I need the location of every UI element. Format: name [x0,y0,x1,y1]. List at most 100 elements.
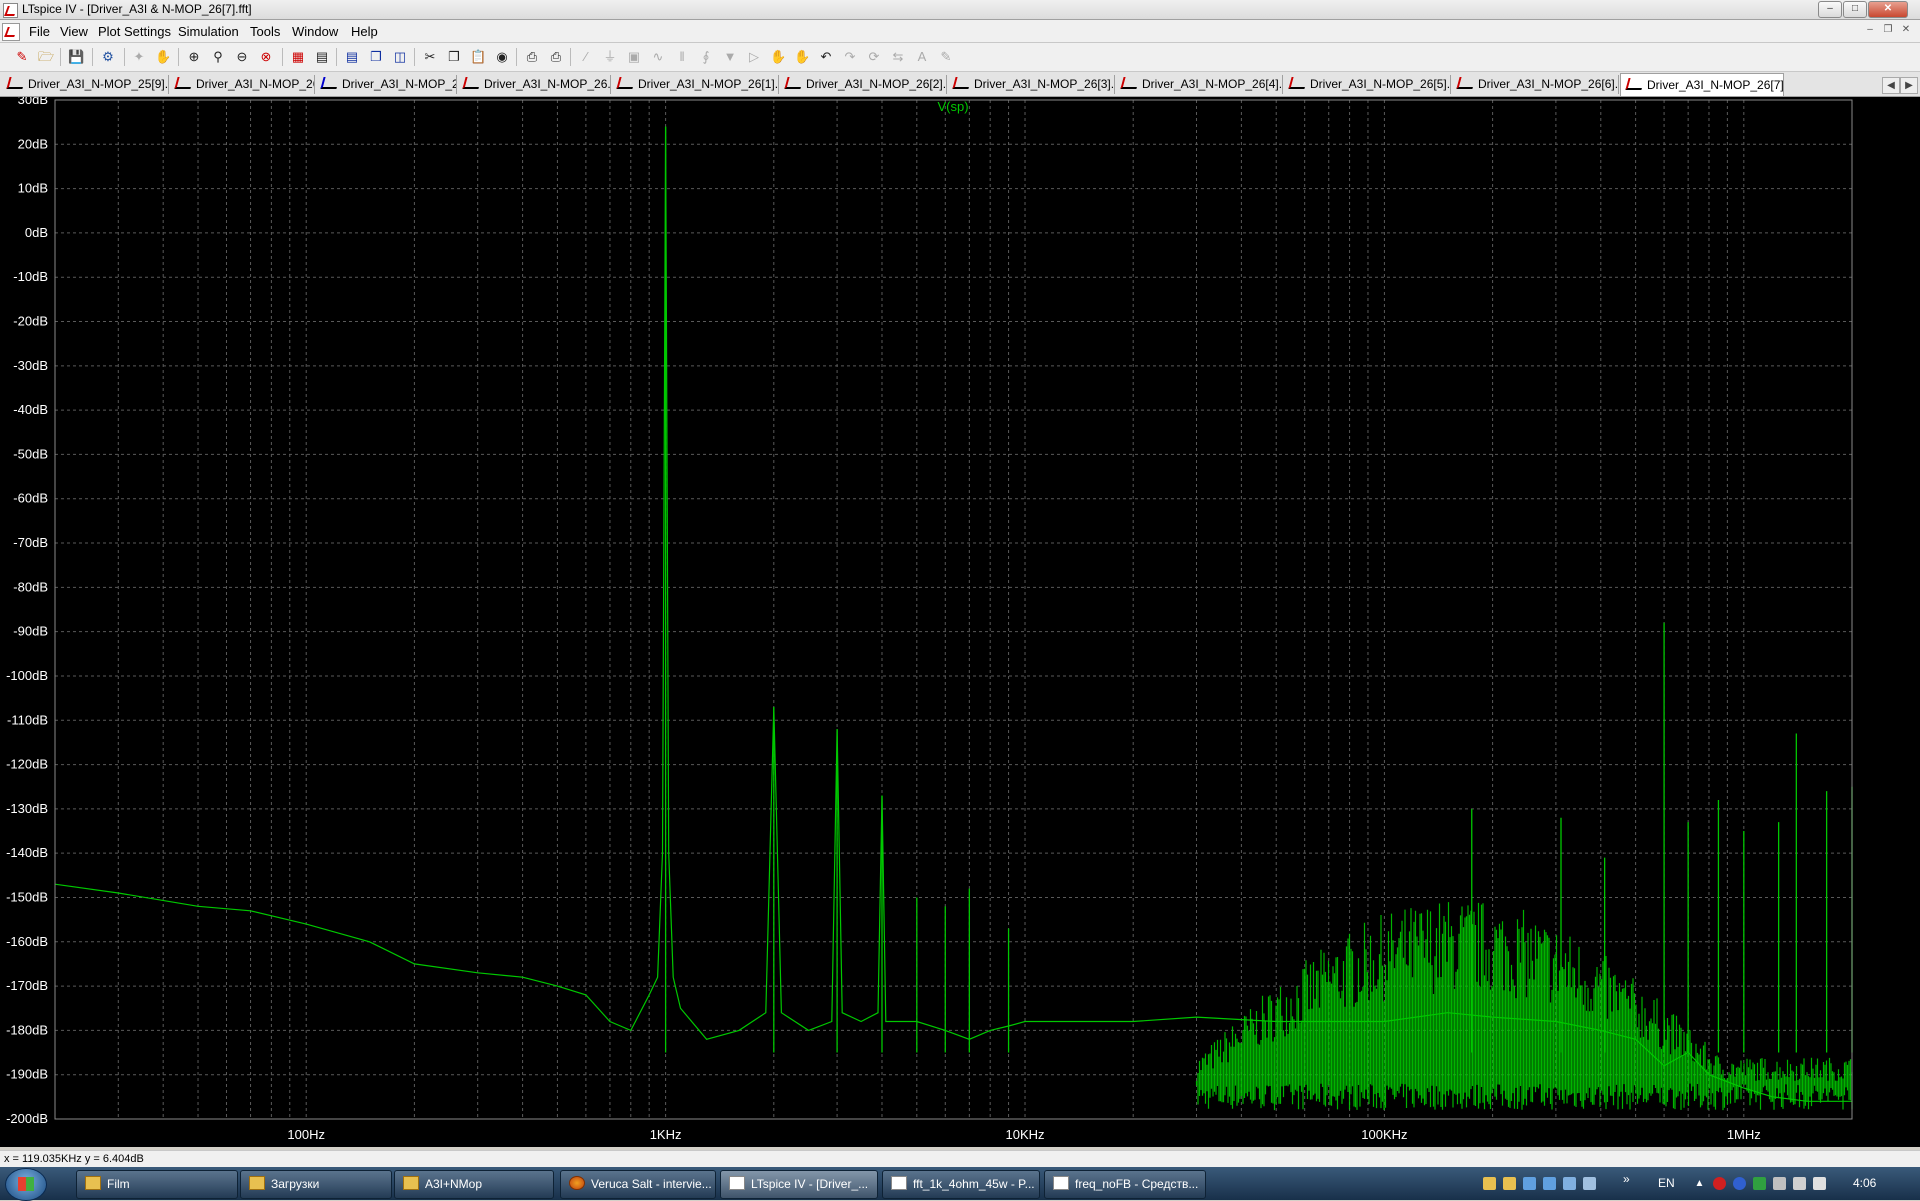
start-button[interactable] [5,1168,47,1201]
volume-icon[interactable] [1813,1177,1826,1190]
tile-vertical-icon[interactable]: ◫ [392,49,408,65]
open-icon[interactable]: 🗁 [38,49,54,65]
label-icon[interactable]: ▣ [626,49,642,65]
plot-icon [1120,77,1140,89]
minimize-button[interactable]: – [1818,1,1842,18]
y-tick-label: -120dB [6,757,48,772]
print-preview-icon[interactable]: ⎙ [548,49,564,65]
menu-help[interactable]: Help [351,24,378,39]
menu-view[interactable]: View [60,24,88,39]
cascade-icon[interactable]: ❐ [368,49,384,65]
tab-scroll-right-icon[interactable]: ▶ [1900,77,1918,94]
tab-2[interactable]: Driver_A3I_N-MOP_26 [316,75,457,94]
menu-simulation[interactable]: Simulation [178,24,239,39]
recycle-bin-icon[interactable] [1583,1177,1596,1190]
grid-icon[interactable]: ▤ [314,49,330,65]
tab-4[interactable]: Driver_A3I_N-MOP_26[1].fft [612,75,779,94]
tab-3[interactable]: Driver_A3I_N-MOP_26.fft [458,75,611,94]
paste-icon[interactable]: 📋 [470,49,486,65]
menu-tools[interactable]: Tools [250,24,280,39]
find-icon[interactable]: ◉ [494,49,510,65]
tab-0[interactable]: Driver_A3I_N-MOP_25[9].fft [2,75,169,94]
trace-v-sp[interactable] [54,126,1852,1102]
copy-icon[interactable]: ❐ [446,49,462,65]
tab-10-active[interactable]: Driver_A3I_N-MOP_26[7].fft [1620,73,1784,96]
tab-9[interactable]: Driver_A3I_N-MOP_26[6].fft [1452,75,1619,94]
cut-icon[interactable]: ✂ [422,49,438,65]
y-tick-label: -40dB [13,402,48,417]
text-icon[interactable]: A [914,49,930,65]
clock[interactable]: 4:06 [1853,1176,1876,1190]
network-tray-icon[interactable] [1543,1177,1556,1190]
mdi-restore-icon[interactable]: ❐ [1880,23,1896,37]
explorer-tray-icon[interactable] [1483,1177,1496,1190]
rotate-icon[interactable]: ⟳ [866,49,882,65]
resistor-icon[interactable]: ∿ [650,49,666,65]
y-tick-label: 10dB [18,181,48,196]
tab-1[interactable]: Driver_A3I_N-MOP_26 [170,75,315,94]
wire-icon[interactable]: ∕ [578,49,594,65]
move-icon[interactable]: ✋ [770,49,786,65]
run-icon[interactable]: ✦ [131,49,147,65]
waveform-viewer[interactable]: 30dB 20dB 10dB 0dB -10dB -20dB -30dB -40dB -50dB… [0,97,1920,1147]
chevron-icon[interactable]: » [1623,1172,1630,1186]
ground-icon[interactable]: ⏚ [602,49,618,65]
taskbar-item-ltspice[interactable]: LTspice IV - [Driver_... [720,1170,878,1199]
diode-icon[interactable]: ▼ [722,49,738,65]
halt-icon[interactable]: ✋ [155,49,171,65]
tab-6[interactable]: Driver_A3I_N-MOP_26[3].fft [948,75,1115,94]
network-status-icon[interactable] [1793,1177,1806,1190]
new-schematic-icon[interactable]: ✎ [14,49,30,65]
bluetooth-icon[interactable] [1733,1177,1746,1190]
spice-directive-icon[interactable]: ✎ [938,49,954,65]
taskbar-item-fft-viewer[interactable]: fft_1k_4ohm_45w - P... [882,1170,1040,1199]
trace-title[interactable]: V(sp) [937,99,968,114]
display-tray-icon[interactable] [1563,1177,1576,1190]
antivirus-icon[interactable] [1713,1177,1726,1190]
redo-icon[interactable]: ↷ [842,49,858,65]
mirror-icon[interactable]: ⇆ [890,49,906,65]
taskbar-item-downloads[interactable]: Загрузки [240,1170,392,1199]
tab-label: Driver_A3I_N-MOP_26[6].fft [1478,77,1619,91]
zoom-out-icon[interactable]: ⊖ [234,49,250,65]
inductor-icon[interactable]: ∮ [698,49,714,65]
tab-8[interactable]: Driver_A3I_N-MOP_26[5].fft [1284,75,1451,94]
close-button[interactable]: ✕ [1868,1,1908,18]
mdi-close-icon[interactable]: ✕ [1898,23,1914,37]
show-hidden-icon[interactable]: ▲ [1693,1177,1706,1190]
window-icon [1053,1176,1069,1190]
taskbar-item-firefox[interactable]: Veruca Salt - intervie... [560,1170,716,1199]
action-center-icon[interactable] [1773,1177,1786,1190]
y-tick-label: -60dB [13,491,48,506]
save-icon[interactable]: 💾 [68,49,84,65]
undo-icon[interactable]: ↶ [818,49,834,65]
taskbar-item-freq-nofb[interactable]: freq_noFB - Средств... [1044,1170,1206,1199]
zoom-fit-icon[interactable]: ⊗ [258,49,274,65]
menu-file[interactable]: File [29,24,50,39]
taskbar-item-a3i-nmop[interactable]: A3I+NMop [394,1170,554,1199]
tab-scroll-left-icon[interactable]: ◀ [1882,77,1900,94]
print-icon[interactable]: ⎙ [524,49,540,65]
tile-horizontal-icon[interactable]: ▤ [344,49,360,65]
maximize-button[interactable]: □ [1843,1,1867,18]
folder-tray-icon[interactable] [1503,1177,1516,1190]
document-icon[interactable] [2,23,20,41]
control-panel-icon[interactable]: ⚙ [100,49,116,65]
menu-plot-settings[interactable]: Plot Settings [98,24,171,39]
taskbar-item-film[interactable]: Film [76,1170,238,1199]
mdi-minimize-icon[interactable]: – [1862,23,1878,37]
drag-icon[interactable]: ✋ [794,49,810,65]
zoom-area-icon[interactable]: ⚲ [210,49,226,65]
capacitor-icon[interactable]: ‖ [674,49,690,65]
autorange-icon[interactable]: ▦ [290,49,306,65]
language-indicator[interactable]: EN [1658,1176,1675,1190]
fft-plot[interactable]: 30dB 20dB 10dB 0dB -10dB -20dB -30dB -40dB -50dB… [0,97,1920,1147]
tab-5[interactable]: Driver_A3I_N-MOP_26[2].fft [780,75,947,94]
tab-7[interactable]: Driver_A3I_N-MOP_26[4].fft [1116,75,1283,94]
battery-icon[interactable] [1753,1177,1766,1190]
monitor-tray-icon[interactable] [1523,1177,1536,1190]
taskbar-label: freq_noFB - Средств... [1075,1177,1199,1191]
menu-window[interactable]: Window [292,24,338,39]
component-icon[interactable]: ▷ [746,49,762,65]
zoom-in-icon[interactable]: ⊕ [186,49,202,65]
